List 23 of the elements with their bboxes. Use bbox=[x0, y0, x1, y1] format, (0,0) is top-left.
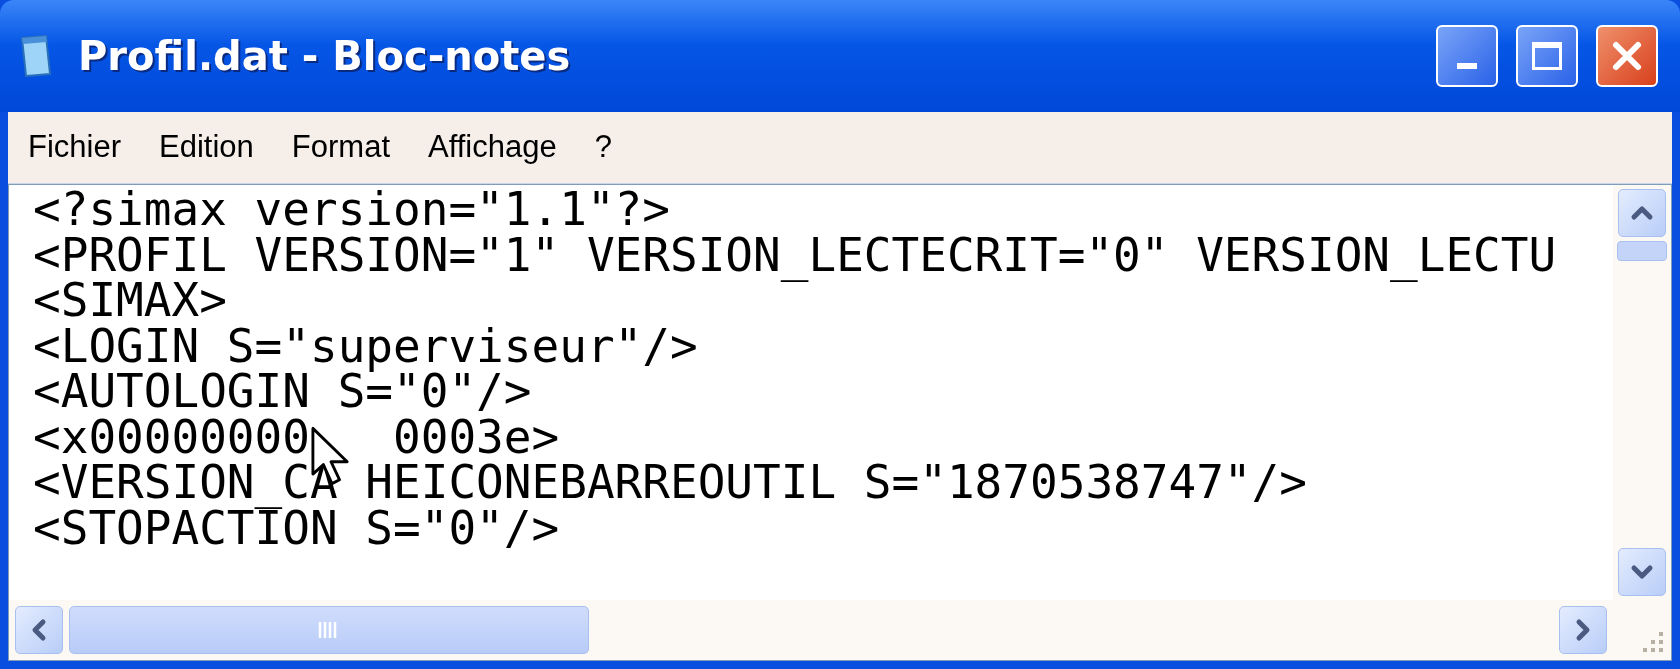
minimize-button[interactable] bbox=[1436, 25, 1498, 87]
window-title: Profil.dat - Bloc-notes bbox=[78, 32, 571, 81]
menu-item[interactable]: Affichage bbox=[428, 124, 557, 171]
text-line: <?simax version="1.1"?> bbox=[33, 187, 670, 233]
horizontal-scrollbar[interactable] bbox=[9, 600, 1613, 660]
menu-item[interactable]: Edition bbox=[159, 124, 254, 171]
maximize-button[interactable] bbox=[1516, 25, 1578, 87]
text-line: 0003e> bbox=[393, 414, 560, 460]
menu-item[interactable]: Format bbox=[291, 124, 390, 171]
text-line: <SIMAX> bbox=[33, 278, 227, 324]
close-button[interactable] bbox=[1596, 25, 1658, 87]
close-icon bbox=[1611, 40, 1643, 72]
menu-item[interactable]: Fichier bbox=[28, 124, 121, 171]
scroll-right-button[interactable] bbox=[1559, 606, 1607, 654]
text-line: HEICONEBARREOUTIL S="1870538747"/> bbox=[365, 460, 1307, 506]
scroll-up-button[interactable] bbox=[1618, 189, 1666, 237]
vertical-scrollbar[interactable] bbox=[1613, 185, 1671, 600]
scroll-left-button[interactable] bbox=[15, 606, 63, 654]
menu-item[interactable]: ? bbox=[594, 124, 612, 171]
scroll-down-button[interactable] bbox=[1618, 548, 1666, 596]
scrollbar-thumb[interactable] bbox=[69, 606, 589, 654]
text-line: <x00000000 bbox=[33, 414, 310, 460]
scrollbar-thumb[interactable] bbox=[1617, 241, 1667, 261]
